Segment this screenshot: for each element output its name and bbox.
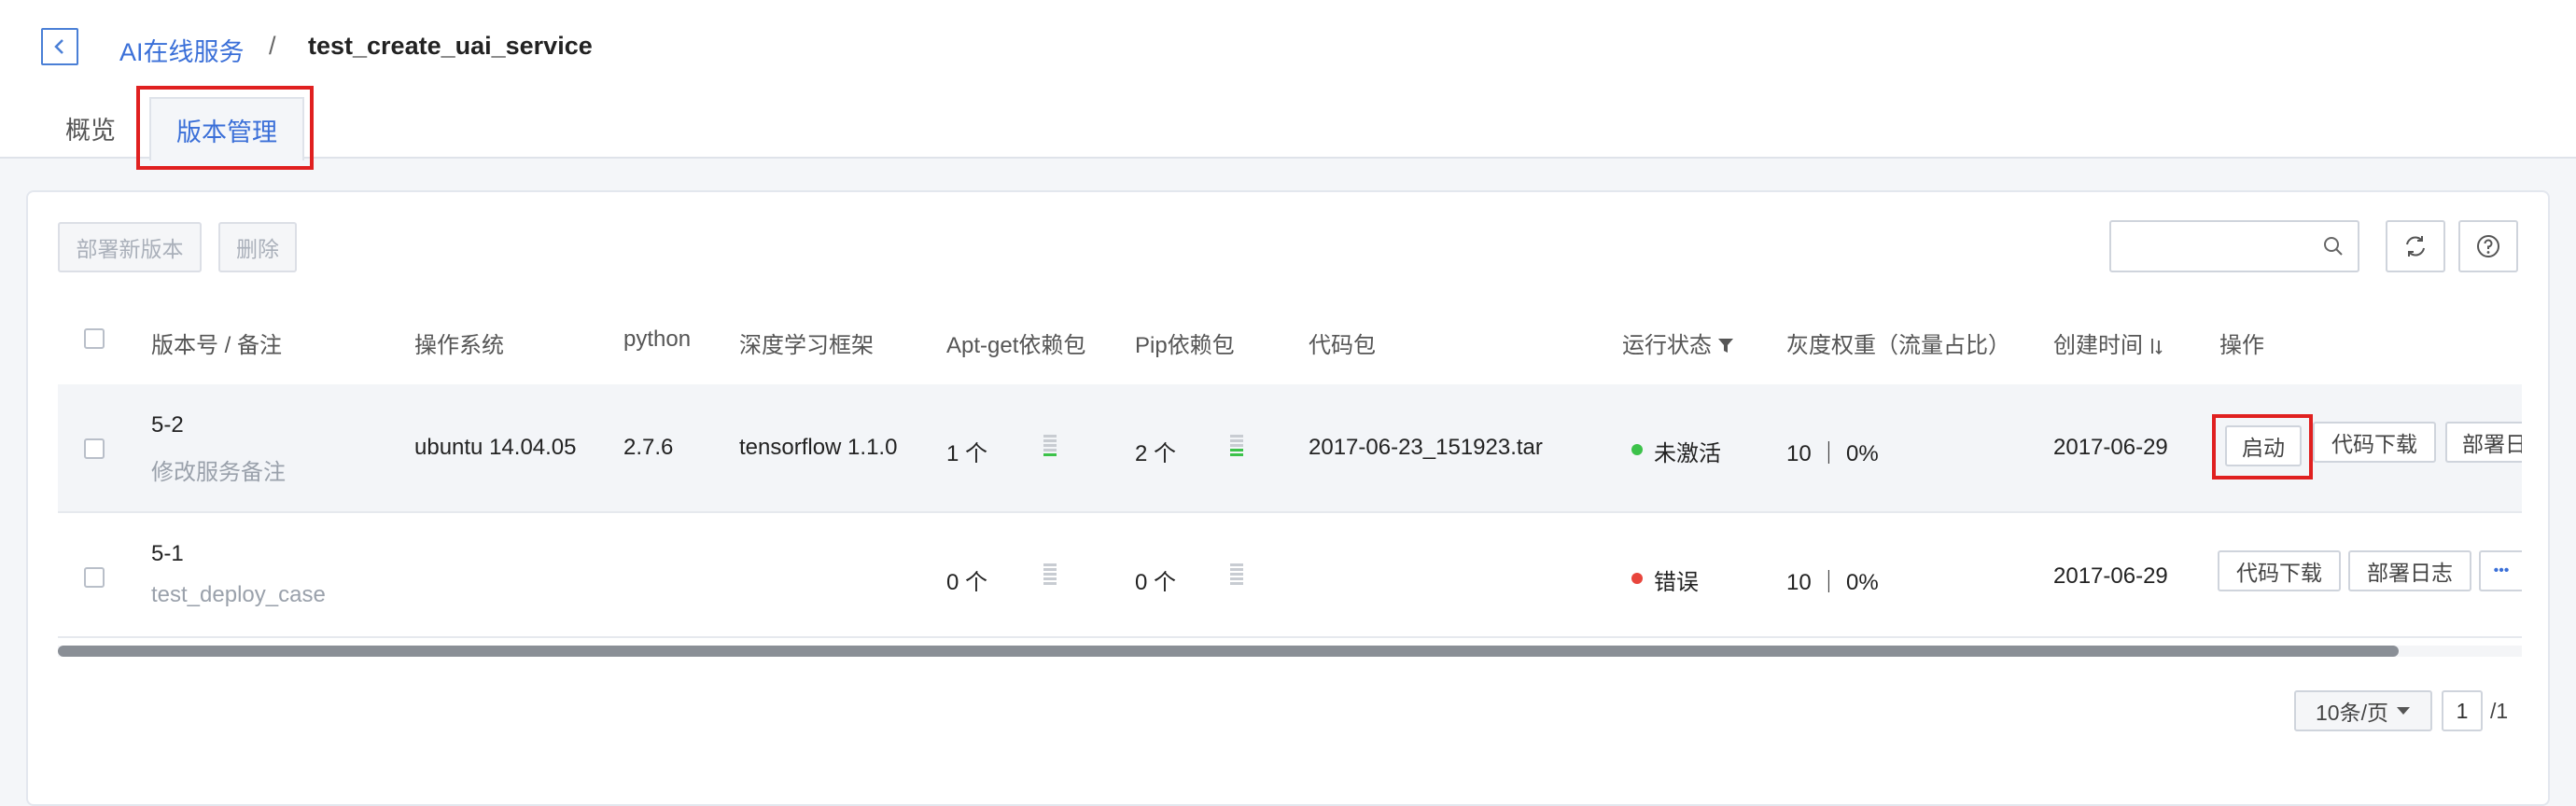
- version-note: test_deploy_case: [151, 582, 326, 607]
- header-created-label: 创建时间: [2053, 333, 2143, 358]
- gray-weight: 10 ｜ 0%: [1786, 441, 1879, 466]
- page-header: AI在线服务 / test_create_uai_service 概览 版本管理: [0, 0, 2576, 160]
- header-gray-weight: 灰度权重（流量占比）: [1786, 333, 2010, 358]
- search-input[interactable]: [2121, 229, 2311, 265]
- total-pages: /1: [2490, 699, 2509, 723]
- chevron-left-icon: [54, 39, 63, 54]
- header-pip: Pip依赖包: [1135, 333, 1235, 358]
- highlight-box-tab: [136, 86, 314, 170]
- row-divider: [58, 511, 2522, 513]
- page-title: test_create_uai_service: [308, 32, 593, 60]
- status-dot: [1631, 573, 1643, 584]
- apt-bars-icon[interactable]: [1043, 435, 1057, 458]
- apt-count: 0 个: [946, 570, 988, 595]
- header-code: 代码包: [1309, 333, 1376, 358]
- deploy-log-button[interactable]: 部署日: [2445, 422, 2522, 463]
- deploy-log-button[interactable]: 部署日志: [2348, 550, 2471, 591]
- current-page-input[interactable]: 1: [2442, 690, 2483, 731]
- versions-panel: 部署新版本 删除 版本号 / 备注 操作系统 python 深度学习框架 Apt…: [26, 190, 2550, 806]
- delete-button[interactable]: 删除: [218, 222, 297, 272]
- page-size-label: 10条/页: [2316, 701, 2388, 725]
- pip-bars-icon[interactable]: [1230, 435, 1243, 458]
- code-package: 2017-06-23_151923.tar: [1309, 435, 1543, 460]
- header-version: 版本号 / 备注: [151, 333, 283, 358]
- select-all-checkbox[interactable]: [84, 328, 105, 349]
- help-icon: [2477, 235, 2499, 257]
- apt-count: 1 个: [946, 441, 988, 466]
- pip-bars-icon[interactable]: [1230, 563, 1243, 587]
- row-checkbox[interactable]: [84, 567, 105, 588]
- filter-icon[interactable]: [1717, 338, 1733, 354]
- caret-down-icon: [2396, 707, 2410, 715]
- breadcrumb-separator: /: [269, 32, 276, 60]
- version-number: 5-2: [151, 412, 184, 438]
- back-button[interactable]: [41, 28, 78, 65]
- row-divider: [58, 636, 2522, 638]
- search-field[interactable]: [2109, 220, 2359, 272]
- version-number: 5-1: [151, 541, 184, 566]
- code-download-button[interactable]: 代码下载: [2218, 550, 2341, 591]
- apt-bars-icon[interactable]: [1043, 563, 1057, 587]
- tab-overview[interactable]: 概览: [65, 110, 116, 146]
- sort-icon[interactable]: [2149, 337, 2163, 355]
- created-date: 2017-06-29: [2053, 435, 2168, 460]
- pip-count: 0 个: [1135, 570, 1177, 595]
- deploy-new-version-button[interactable]: 部署新版本: [58, 222, 202, 272]
- header-created[interactable]: 创建时间: [2053, 327, 2163, 359]
- status-text: 未激活: [1654, 441, 1721, 466]
- header-apt: Apt-get依赖包: [946, 333, 1086, 358]
- version-note: 修改服务备注: [151, 460, 286, 485]
- refresh-icon: [2406, 236, 2425, 257]
- header-status-label: 运行状态: [1622, 333, 1712, 358]
- status-dot: [1631, 444, 1643, 455]
- highlight-box-start: [2212, 414, 2313, 479]
- more-actions-button[interactable]: •••: [2479, 550, 2522, 591]
- header-os: 操作系统: [414, 333, 504, 358]
- header-python: python: [623, 327, 692, 352]
- header-status[interactable]: 运行状态: [1622, 327, 1733, 359]
- page-size-select[interactable]: 10条/页: [2294, 690, 2432, 731]
- code-download-button[interactable]: 代码下载: [2313, 422, 2436, 463]
- help-button[interactable]: [2458, 220, 2518, 272]
- horizontal-scrollbar-thumb[interactable]: [58, 646, 2399, 657]
- refresh-button[interactable]: [2386, 220, 2445, 272]
- os-value: ubuntu 14.04.05: [414, 435, 577, 460]
- created-date: 2017-06-29: [2053, 563, 2168, 589]
- pip-count: 2 个: [1135, 441, 1177, 466]
- header-ops: 操作: [2219, 333, 2264, 358]
- status-text: 错误: [1654, 570, 1699, 595]
- breadcrumb-parent-link[interactable]: AI在线服务: [119, 32, 245, 68]
- framework-value: tensorflow 1.1.0: [739, 435, 898, 460]
- gray-weight: 10 ｜ 0%: [1786, 570, 1879, 595]
- search-icon[interactable]: [2322, 235, 2345, 257]
- python-value: 2.7.6: [623, 435, 674, 460]
- row-checkbox[interactable]: [84, 438, 105, 459]
- header-framework: 深度学习框架: [739, 333, 874, 358]
